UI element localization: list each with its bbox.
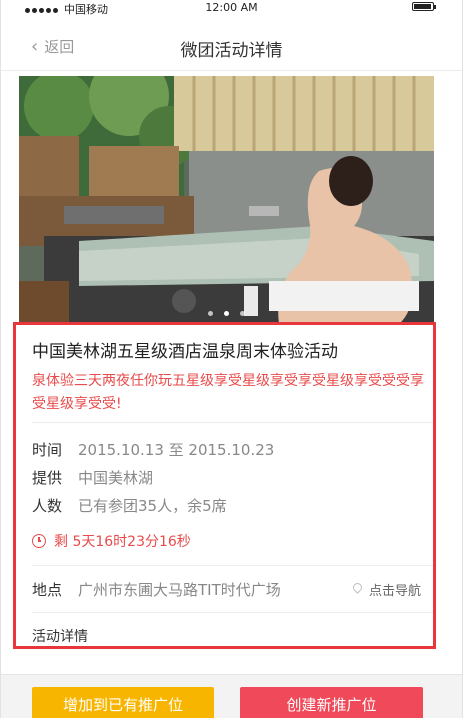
create-new-button[interactable]: 创建新推广位 (240, 687, 423, 718)
divider (32, 612, 434, 613)
provider-label: 提供 (32, 468, 63, 487)
navigation-bar: ‹ 返回 微团活动详情 (1, 26, 462, 71)
phone-screen: 中国移动 12:00 AM ‹ 返回 微团活动详情 中国美林湖五星级酒店温泉周末… (0, 0, 463, 718)
add-to-existing-button[interactable]: 增加到已有推广位 (32, 687, 214, 718)
participants-label: 人数 (32, 496, 63, 515)
countdown-text: 剩 5天16时23分16秒 (54, 534, 191, 550)
location-value: 广州市东圃大马路TIT时代广场 (78, 580, 281, 599)
page-title: 微团活动详情 (180, 41, 283, 61)
bottom-action-bar: 增加到已有推广位 创建新推广位 (1, 674, 462, 718)
event-title: 中国美林湖五星级酒店温泉周末体验活动 (32, 342, 338, 362)
navigate-label: 点击导航 (368, 583, 421, 599)
event-details-heading[interactable]: 活动详情 (32, 626, 434, 646)
info-table: 时间 2015.10.13 至 2015.10.23 提供 中国美林湖 人数 已… (19, 423, 434, 519)
event-info: 中国美林湖五星级酒店温泉周末体验活动 泉体验三天两夜任你玩五星级享受星级享受享受… (19, 324, 434, 646)
time-row: 时间 2015.10.13 至 2015.10.23 (32, 435, 421, 463)
navigate-button[interactable]: 点击导航 (353, 580, 421, 599)
pager-dot[interactable] (240, 311, 246, 316)
hot-spring-photo (19, 76, 434, 324)
time-label: 时间 (32, 440, 63, 459)
pager-dot[interactable] (207, 311, 213, 316)
event-description: 泉体验三天两夜任你玩五星级享受星级享受享受星级享受受受享受星级享受受! (32, 373, 424, 412)
battery-icon (412, 2, 436, 11)
participants-row: 人数 已有参团35人，余5席 (32, 491, 421, 519)
provider-row: 提供 中国美林湖 (32, 463, 421, 491)
carousel-pager[interactable] (19, 301, 434, 320)
clock-time: 12:00 AM (205, 1, 258, 14)
pager-dot-active[interactable] (224, 311, 229, 316)
status-bar: 中国移动 12:00 AM (1, 0, 462, 16)
hero-image-carousel[interactable] (19, 76, 434, 324)
provider-value: 中国美林湖 (78, 468, 154, 487)
map-pin-icon (353, 583, 363, 596)
participants-value: 已有参团35人，余5席 (78, 496, 227, 515)
location-row: 地点 广州市东圃大马路TIT时代广场 点击导航 (32, 566, 421, 612)
location-label: 地点 (32, 580, 63, 599)
countdown: 剩 5天16时23分16秒 (32, 531, 434, 551)
time-value: 2015.10.13 至 2015.10.23 (78, 440, 275, 459)
clock-icon (32, 534, 46, 548)
